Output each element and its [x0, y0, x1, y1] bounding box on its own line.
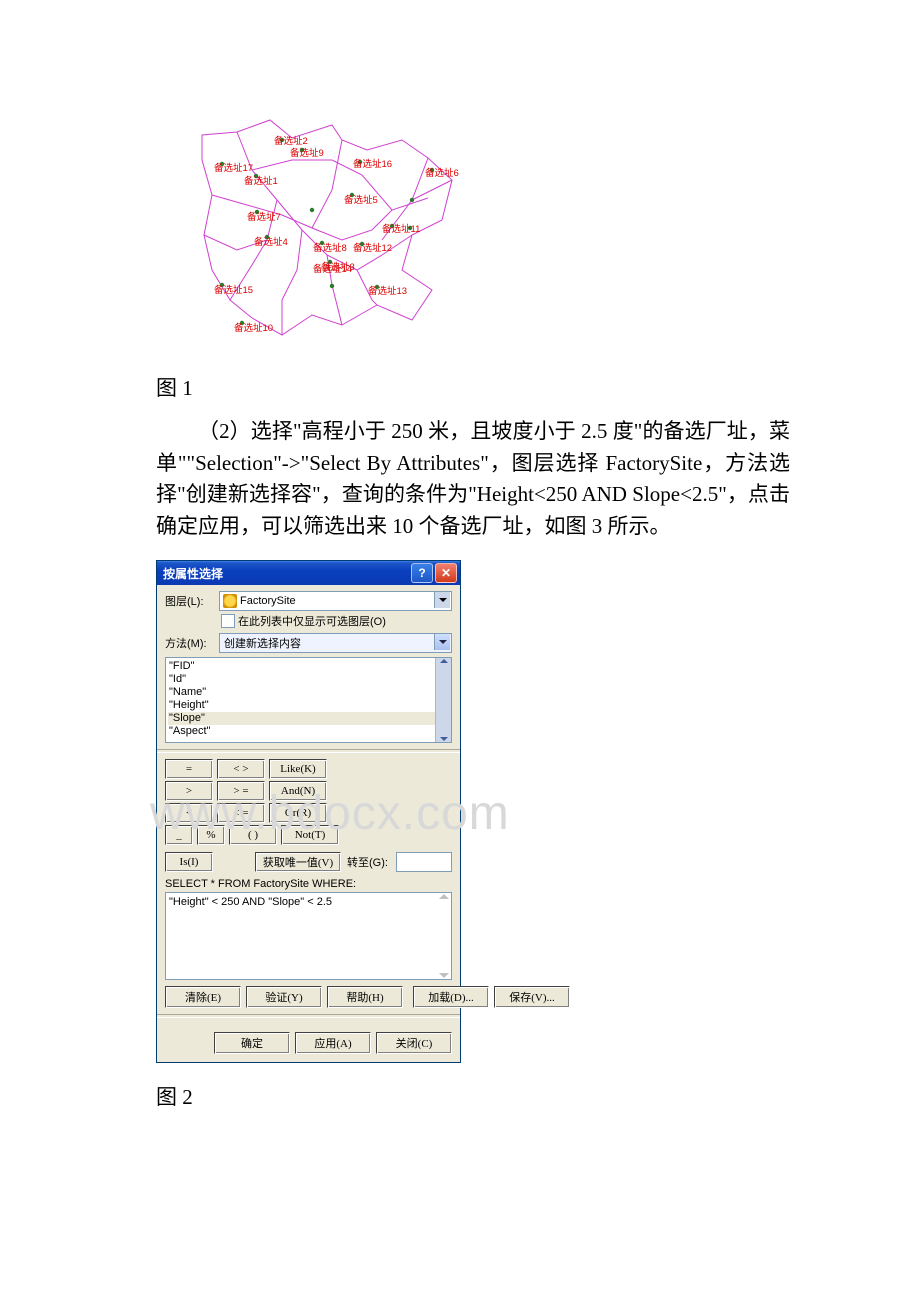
map-site-label: 备选址1 — [244, 173, 278, 187]
map-site-label: 备选址7 — [247, 209, 281, 223]
op-ge-button[interactable]: > = — [217, 781, 265, 801]
map-site-label: 备选址9 — [290, 145, 324, 159]
method-label: 方法(M): — [165, 635, 219, 651]
map-site-label: 备选址17 — [214, 160, 253, 174]
method-value: 创建新选择内容 — [224, 635, 301, 651]
scroll-up-icon[interactable] — [439, 894, 449, 899]
map-figure: 备选址1备选址2备选址3备选址4备选址5备选址6备选址7备选址8备选址9备选址1… — [182, 100, 482, 360]
dialog-titlebar[interactable]: 按属性选择 ? ✕ — [157, 561, 460, 585]
field-item[interactable]: "Height" — [168, 699, 449, 712]
map-site-label: 备选址15 — [214, 282, 253, 296]
map-site-label: 备选址13 — [368, 283, 407, 297]
clear-button[interactable]: 清除(E) — [165, 986, 241, 1008]
op-percent-button[interactable]: % — [197, 825, 225, 845]
query-text: "Height" < 250 AND "Slope" < 2.5 — [169, 896, 332, 908]
op-is-button[interactable]: Is(I) — [165, 852, 213, 872]
layer-label: 图层(L): — [165, 593, 219, 609]
map-site-label: 备选址14 — [313, 261, 352, 275]
help-icon[interactable]: ? — [411, 563, 433, 583]
op-or-button[interactable]: Or(R) — [269, 803, 327, 823]
scroll-up-icon[interactable] — [440, 659, 448, 663]
query-textbox[interactable]: "Height" < 250 AND "Slope" < 2.5 — [165, 892, 452, 980]
op-underscore-button[interactable]: _ — [165, 825, 193, 845]
op-and-button[interactable]: And(N) — [269, 781, 327, 801]
scrollbar[interactable] — [435, 658, 451, 742]
op-eq-button[interactable]: = — [165, 759, 213, 779]
goto-label: 转至(G): — [347, 854, 388, 870]
layer-value: FactorySite — [240, 595, 296, 607]
layer-combobox[interactable]: FactorySite — [219, 591, 452, 611]
op-not-button[interactable]: Not(T) — [281, 825, 339, 845]
paragraph-text: （2）选择"高程小于 250 米，且坡度小于 2.5 度"的备选厂址，菜单""S… — [156, 416, 790, 542]
figure-1-caption: 图 1 — [156, 372, 790, 402]
field-item[interactable]: "Slope" — [168, 712, 449, 725]
op-le-button[interactable]: < = — [217, 803, 265, 823]
figure-2-caption: 图 2 — [156, 1081, 790, 1111]
chevron-down-icon[interactable] — [434, 634, 450, 650]
map-site-label: 备选址12 — [353, 240, 392, 254]
goto-input[interactable] — [396, 852, 452, 872]
save-button[interactable]: 保存(V)... — [494, 986, 570, 1008]
map-site-label: 备选址16 — [353, 156, 392, 170]
fields-listbox[interactable]: "FID""Id""Name""Height""Slope""Aspect" — [165, 657, 452, 743]
scroll-down-icon[interactable] — [440, 737, 448, 741]
ok-button[interactable]: 确定 — [214, 1032, 290, 1054]
load-button[interactable]: 加载(D)... — [413, 986, 489, 1008]
field-item[interactable]: "Aspect" — [168, 725, 449, 738]
map-site-label: 备选址6 — [425, 165, 459, 179]
only-selectable-checkbox[interactable] — [221, 614, 235, 628]
help-button[interactable]: 帮助(H) — [327, 986, 403, 1008]
verify-button[interactable]: 验证(Y) — [246, 986, 322, 1008]
field-item[interactable]: "FID" — [168, 660, 449, 673]
method-combobox[interactable]: 创建新选择内容 — [219, 633, 452, 653]
map-site-label: 备选址5 — [344, 192, 378, 206]
apply-button[interactable]: 应用(A) — [295, 1032, 371, 1054]
only-selectable-label: 在此列表中仅显示可选图层(O) — [238, 613, 386, 629]
map-site-label: 备选址11 — [382, 221, 420, 235]
map-site-label: 备选址4 — [254, 234, 288, 248]
get-unique-values-button[interactable]: 获取唯一值(V) — [255, 852, 341, 872]
map-site-label: 备选址10 — [234, 320, 273, 334]
close-icon[interactable]: ✕ — [435, 563, 457, 583]
close-button[interactable]: 关闭(C) — [376, 1032, 452, 1054]
select-by-attributes-dialog: 按属性选择 ? ✕ 图层(L): FactorySite 在此列表中仅显示可选图… — [156, 560, 461, 1063]
op-ne-button[interactable]: < > — [217, 759, 265, 779]
op-lt-button[interactable]: < — [165, 803, 213, 823]
op-gt-button[interactable]: > — [165, 781, 213, 801]
scroll-down-icon[interactable] — [439, 973, 449, 978]
chevron-down-icon[interactable] — [434, 592, 450, 608]
scrollbar[interactable] — [436, 893, 451, 979]
layer-icon — [223, 594, 237, 608]
map-network-icon — [182, 100, 482, 360]
dialog-title: 按属性选择 — [163, 565, 223, 582]
map-site-label: 备选址8 — [313, 240, 347, 254]
field-item[interactable]: "Name" — [168, 686, 449, 699]
op-like-button[interactable]: Like(K) — [269, 759, 327, 779]
op-paren-button[interactable]: ( ) — [229, 825, 277, 845]
field-item[interactable]: "Id" — [168, 673, 449, 686]
select-from-label: SELECT * FROM FactorySite WHERE: — [165, 878, 452, 890]
